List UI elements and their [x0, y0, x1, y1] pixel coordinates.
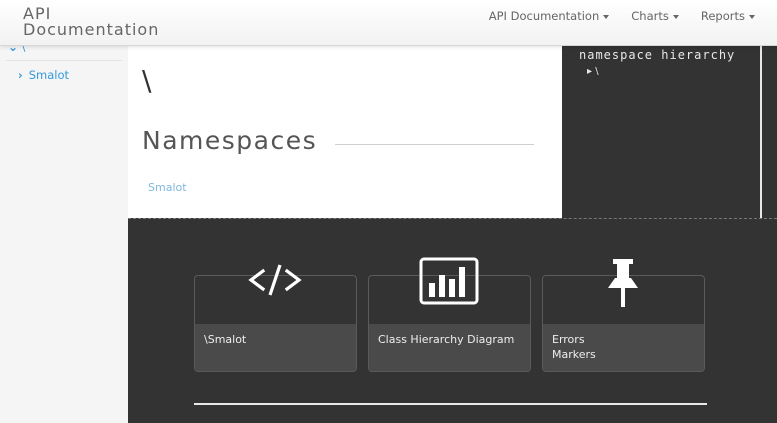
brand-title[interactable]: API Documentation [23, 6, 159, 38]
nav-menu: API Documentation Charts Reports [489, 0, 777, 32]
main-content: \ Namespaces Smalot [128, 46, 562, 218]
hierarchy-border [760, 46, 762, 218]
nav-api-documentation-dropdown[interactable]: API Documentation [489, 9, 610, 23]
brand-line-2: Documentation [23, 20, 160, 39]
caret-down-icon [749, 14, 755, 19]
namespace-hierarchy-panel: namespace hierarchy ▸ \ [570, 48, 762, 218]
namespace-link-smalot[interactable]: Smalot [148, 181, 187, 194]
code-icon [248, 264, 302, 296]
section-heading: Namespaces [142, 126, 318, 155]
sidebar: ⌄ \ › Smalot [0, 0, 128, 423]
caret-down-icon [672, 14, 679, 19]
top-navbar: API Documentation API Documentation Char… [0, 0, 777, 46]
bar-chart-icon [419, 257, 479, 305]
nav-item-label: Reports [700, 9, 745, 23]
dashed-divider [128, 218, 777, 219]
heading-rule [335, 144, 534, 145]
footer-rule [194, 403, 707, 405]
card-label-line-1: Errors [552, 333, 585, 346]
nav-item-label: API Documentation [488, 9, 600, 23]
chevron-right-icon: › [18, 68, 23, 82]
nav-reports-dropdown[interactable]: Reports [701, 9, 755, 23]
card-label-line-2: Markers [552, 348, 596, 361]
hierarchy-title: namespace hierarchy [579, 48, 736, 62]
sidebar-item-smalot[interactable]: › Smalot [18, 68, 69, 82]
nav-item-label: Charts [631, 9, 669, 23]
triangle-right-icon: ▸ [587, 66, 593, 77]
sidebar-divider [6, 60, 122, 61]
hierarchy-root-label: \ [595, 66, 599, 77]
pushpin-icon [608, 259, 638, 307]
caret-down-icon [603, 14, 610, 19]
hierarchy-root-item[interactable]: ▸ \ [587, 66, 599, 77]
page-title: \ [142, 64, 152, 97]
card-label: \Smalot [204, 333, 247, 346]
nav-charts-dropdown[interactable]: Charts [631, 9, 679, 23]
card-label: Class Hierarchy Diagram [378, 333, 515, 346]
sidebar-item-label: Smalot [28, 68, 70, 82]
